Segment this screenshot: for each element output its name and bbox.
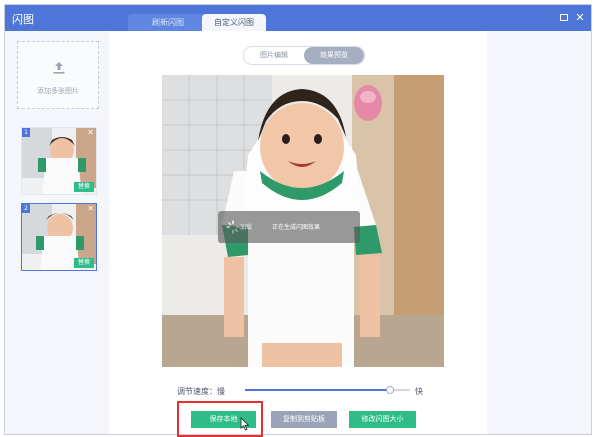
tab-refresh[interactable]: 刷新闪图 bbox=[128, 14, 208, 31]
image-sidebar: 添加多张图片 1 ✕ 替换 2 ✕ 替换 bbox=[5, 31, 105, 434]
speed-slider-fill bbox=[245, 389, 391, 391]
maximize-icon[interactable] bbox=[558, 12, 570, 24]
close-icon[interactable]: ✕ bbox=[87, 128, 94, 137]
speed-slider-handle[interactable] bbox=[386, 386, 395, 394]
close-icon[interactable]: ✕ bbox=[87, 204, 94, 213]
add-images-label: 添加多张图片 bbox=[37, 87, 79, 95]
tab-image-edit[interactable]: 图片编辑 bbox=[244, 47, 304, 64]
thumbnail-2[interactable]: 2 ✕ 替换 bbox=[21, 203, 97, 271]
replace-button[interactable]: 替换 bbox=[74, 182, 94, 192]
thumbnail-1[interactable]: 1 ✕ 替换 bbox=[21, 127, 97, 195]
speed-fast-label: 快 bbox=[415, 387, 423, 396]
add-images-button[interactable]: 添加多张图片 bbox=[17, 41, 99, 109]
tab-custom[interactable]: 自定义闪图 bbox=[202, 14, 266, 31]
preview-image: 加载 正在生成闪图效果 bbox=[162, 75, 444, 367]
app-title: 闪图 bbox=[12, 13, 34, 26]
right-panel bbox=[487, 31, 591, 434]
cursor-icon bbox=[240, 417, 250, 431]
view-mode-toggle: 图片编辑 效果预览 bbox=[243, 46, 365, 65]
title-bar: 闪图 刷新闪图 自定义闪图 ✕ bbox=[5, 5, 591, 31]
thumbnail-number: 1 bbox=[22, 128, 30, 137]
thumbnail-number: 2 bbox=[22, 204, 30, 213]
highlight-box bbox=[177, 401, 263, 437]
app-window: 闪图 刷新闪图 自定义闪图 ✕ 添加多张图片 1 ✕ 替换 2 ✕ 替换 图片编… bbox=[4, 4, 592, 437]
copy-clipboard-button[interactable]: 复制到剪贴板 bbox=[271, 411, 337, 428]
spinner-icon bbox=[226, 220, 240, 234]
preview-pane: 图片编辑 效果预览 加载 正在生成闪图效果 调节速度：慢 快 保存本地 复制到剪… bbox=[109, 31, 487, 437]
loading-label: 加载 bbox=[240, 224, 253, 231]
resize-button[interactable]: 修改闪图大小 bbox=[349, 411, 416, 428]
replace-button[interactable]: 替换 bbox=[74, 258, 94, 268]
speed-label: 调节速度：慢 bbox=[177, 387, 225, 396]
tab-effect-preview[interactable]: 效果预览 bbox=[304, 47, 364, 64]
close-icon[interactable]: ✕ bbox=[574, 12, 586, 24]
speed-slider[interactable] bbox=[245, 386, 410, 394]
loading-message: 正在生成闪图效果 bbox=[272, 224, 321, 231]
upload-icon bbox=[53, 62, 65, 74]
loading-overlay: 加载 正在生成闪图效果 bbox=[218, 211, 360, 243]
